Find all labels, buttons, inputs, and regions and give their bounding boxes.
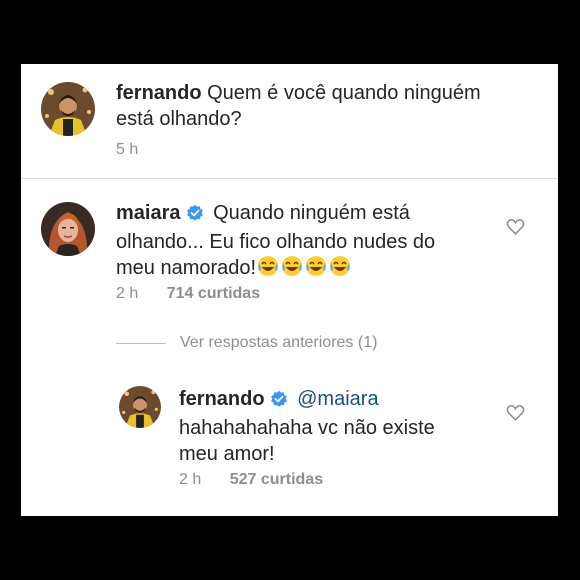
comment-2-likes[interactable]: 714 curtidas (167, 285, 260, 302)
comment-2-body-line2: olhando... Eu fico olhando nudes do (116, 231, 436, 253)
reply-meta: 2 h 527 curtidas (179, 471, 323, 489)
comment-2-body-line1: Quando ninguém está (213, 202, 410, 224)
reply-mention[interactable]: @maiara (297, 388, 378, 410)
reply-likes[interactable]: 527 curtidas (230, 471, 323, 488)
reply-username[interactable]: fernando (179, 388, 265, 410)
comment-2-text: maiara Quando ninguém está olhando... Eu… (116, 200, 456, 284)
reply-text: fernando @maiara hahahahahaha vc não exi… (179, 386, 435, 467)
avatar-fernando-reply[interactable] (119, 386, 161, 428)
view-replies-label: Ver respostas anteriores (1) (180, 334, 378, 351)
comment-1-time: 5 h (116, 141, 139, 158)
reply-time: 2 h (179, 471, 202, 488)
replies-line (116, 342, 166, 344)
comment-1-body-line2: está olhando? (116, 108, 242, 130)
comments-panel: fernando Quem é você quando ninguém está… (21, 64, 558, 516)
verified-badge-icon (186, 203, 204, 229)
reply-body-line2: meu amor! (179, 443, 275, 465)
comment-2-meta: 2 h 714 curtidas (116, 285, 260, 303)
avatar-fernando[interactable] (41, 82, 95, 136)
view-previous-replies[interactable]: Ver respostas anteriores (1) (116, 334, 377, 352)
comment-1-body-line1: Quem é você quando ninguém (207, 82, 481, 104)
comment-1-username[interactable]: fernando (116, 82, 202, 104)
comment-2-body-line3: meu namorado! (116, 257, 257, 279)
reply-body-line1: hahahahahaha vc não existe (179, 417, 435, 439)
comment-2-username[interactable]: maiara (116, 202, 181, 224)
comment-1-text: fernando Quem é você quando ninguém está… (116, 80, 481, 132)
divider (21, 178, 558, 179)
laughing-emoji-group (257, 255, 351, 284)
like-comment-2-heart-icon[interactable] (506, 218, 525, 240)
avatar-maiara[interactable] (41, 202, 95, 256)
comment-2-time: 2 h (116, 285, 139, 302)
comment-1-meta: 5 h (116, 141, 138, 159)
like-reply-heart-icon[interactable] (506, 404, 525, 426)
verified-badge-icon (270, 389, 288, 415)
